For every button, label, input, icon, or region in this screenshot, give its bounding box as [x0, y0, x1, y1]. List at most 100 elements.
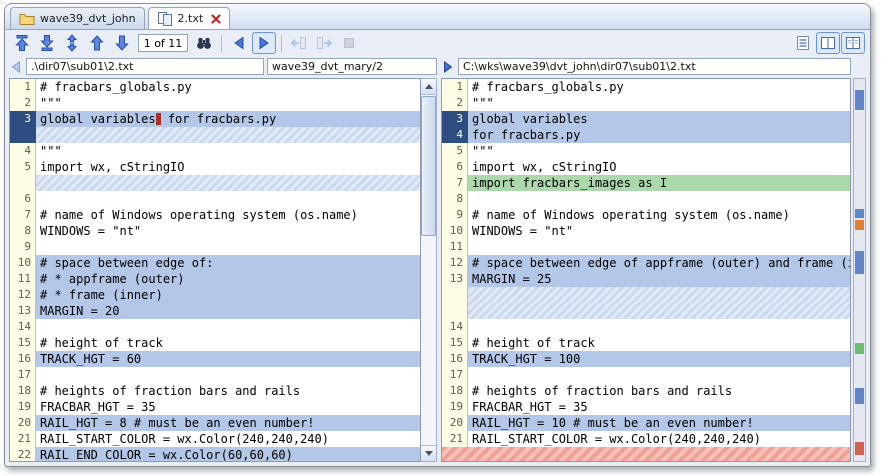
- code-line[interactable]: import wx, cStringIO: [468, 159, 850, 175]
- line-number[interactable]: 12: [10, 287, 36, 303]
- code-line[interactable]: # height of track: [36, 335, 420, 351]
- line-number[interactable]: 21: [10, 431, 36, 447]
- line-number[interactable]: 20: [442, 415, 468, 431]
- tab-wave39-dvt-john[interactable]: wave39_dvt_john: [10, 7, 145, 29]
- merge-from-left-button[interactable]: [287, 32, 311, 54]
- code-line[interactable]: import fracbars_images as I: [468, 175, 850, 191]
- code-line[interactable]: # name of Windows operating system (os.n…: [468, 207, 850, 223]
- merge-from-right-button[interactable]: [312, 32, 336, 54]
- difference-counter[interactable]: 1 of 11: [138, 34, 188, 52]
- line-number[interactable]: 17: [442, 367, 468, 383]
- line-number[interactable]: 19: [442, 399, 468, 415]
- line-number[interactable]: 17: [10, 367, 36, 383]
- line-number[interactable]: 18: [442, 383, 468, 399]
- line-number[interactable]: 16: [442, 351, 468, 367]
- code-line[interactable]: RAIL_START_COLOR = wx.Color(240,240,240): [36, 431, 420, 447]
- log-view-button[interactable]: [791, 32, 815, 54]
- line-number[interactable]: 7: [10, 207, 36, 223]
- code-line[interactable]: """: [36, 95, 420, 111]
- code-line[interactable]: [468, 239, 850, 255]
- code-line[interactable]: [468, 191, 850, 207]
- tab-2-txt[interactable]: 2.txt: [148, 7, 231, 29]
- code-line[interactable]: # space between edge of:: [36, 255, 420, 271]
- code-line[interactable]: # heights of fraction bars and rails: [36, 383, 420, 399]
- code-line[interactable]: [36, 175, 420, 191]
- tab-close-icon[interactable]: [211, 14, 221, 24]
- code-line[interactable]: [36, 367, 420, 383]
- code-line[interactable]: # heights of fraction bars and rails: [468, 383, 850, 399]
- line-number[interactable]: 5: [10, 159, 36, 175]
- line-number[interactable]: 3: [442, 111, 468, 127]
- code-line[interactable]: [36, 239, 420, 255]
- line-number[interactable]: 21: [442, 431, 468, 447]
- scrollbar-thumb[interactable]: [421, 96, 436, 236]
- last-difference-button[interactable]: [35, 32, 59, 54]
- line-number[interactable]: 16: [10, 351, 36, 367]
- left-file-path-field[interactable]: .\dir07\sub01\2.txt: [26, 58, 264, 75]
- line-number[interactable]: 5: [442, 143, 468, 159]
- line-number[interactable]: 7: [442, 175, 468, 191]
- code-line[interactable]: WINDOWS = "nt": [468, 223, 850, 239]
- code-line[interactable]: # * appframe (outer): [36, 271, 420, 287]
- code-line[interactable]: TRACK_HGT = 60: [36, 351, 420, 367]
- line-number[interactable]: [10, 127, 36, 143]
- code-line[interactable]: # space between edge of appframe (outer)…: [468, 255, 850, 271]
- code-line[interactable]: [468, 303, 850, 319]
- code-line[interactable]: RAIL_HGT = 8 # must be an even number!: [36, 415, 420, 431]
- code-line[interactable]: for fracbars.py: [468, 127, 850, 143]
- code-line[interactable]: [468, 367, 850, 383]
- line-number[interactable]: 10: [10, 255, 36, 271]
- line-number[interactable]: 18: [10, 383, 36, 399]
- code-line[interactable]: """: [468, 95, 850, 111]
- scrollbar-up-button[interactable]: [421, 79, 436, 95]
- next-file-button[interactable]: [252, 32, 276, 54]
- code-line[interactable]: import wx, cStringIO: [36, 159, 420, 175]
- line-number[interactable]: 1: [10, 79, 36, 95]
- line-number[interactable]: 2: [442, 95, 468, 111]
- two-pane-layout-button[interactable]: [816, 32, 840, 54]
- find-button[interactable]: [192, 32, 216, 54]
- code-line[interactable]: [468, 287, 850, 303]
- line-number[interactable]: 4: [442, 127, 468, 143]
- line-number[interactable]: 20: [10, 415, 36, 431]
- scrollbar-track[interactable]: [421, 95, 436, 445]
- line-number[interactable]: [442, 447, 468, 462]
- code-line[interactable]: """: [468, 143, 850, 159]
- line-number[interactable]: [10, 175, 36, 191]
- code-line[interactable]: TRACK_HGT = 100: [468, 351, 850, 367]
- previous-file-button[interactable]: [227, 32, 251, 54]
- code-line[interactable]: # fracbars_globals.py: [36, 79, 420, 95]
- code-line[interactable]: MARGIN = 25: [468, 271, 850, 287]
- line-number[interactable]: [442, 287, 468, 303]
- line-number[interactable]: 9: [10, 239, 36, 255]
- line-number[interactable]: 9: [442, 207, 468, 223]
- left-revision-field[interactable]: wave39_dvt_mary/2: [267, 58, 437, 75]
- line-number[interactable]: 2: [10, 95, 36, 111]
- first-difference-button[interactable]: [10, 32, 34, 54]
- next-difference-button[interactable]: [110, 32, 134, 54]
- line-number[interactable]: 11: [10, 271, 36, 287]
- line-number[interactable]: [442, 303, 468, 319]
- code-line[interactable]: # height of track: [468, 335, 850, 351]
- code-line[interactable]: WINDOWS = "nt": [36, 223, 420, 239]
- code-line[interactable]: [468, 319, 850, 335]
- code-line[interactable]: RAIL_START_COLOR = wx.Color(240,240,240): [468, 431, 850, 447]
- code-line[interactable]: FRACBAR_HGT = 35: [468, 399, 850, 415]
- line-number[interactable]: 4: [10, 143, 36, 159]
- code-line[interactable]: [36, 191, 420, 207]
- code-line[interactable]: # * frame (inner): [36, 287, 420, 303]
- code-line[interactable]: """: [36, 143, 420, 159]
- code-line[interactable]: [468, 447, 850, 462]
- line-number[interactable]: 13: [10, 303, 36, 319]
- stop-button[interactable]: [337, 32, 361, 54]
- diff-overview-map[interactable]: [853, 78, 866, 462]
- line-number[interactable]: 1: [442, 79, 468, 95]
- current-difference-button[interactable]: [60, 32, 84, 54]
- line-number[interactable]: 14: [442, 319, 468, 335]
- code-line[interactable]: # name of Windows operating system (os.n…: [36, 207, 420, 223]
- code-line[interactable]: global variables: [468, 111, 850, 127]
- line-number[interactable]: 22: [10, 447, 36, 462]
- split-view-button[interactable]: [841, 32, 865, 54]
- line-number[interactable]: 6: [10, 191, 36, 207]
- line-number[interactable]: 14: [10, 319, 36, 335]
